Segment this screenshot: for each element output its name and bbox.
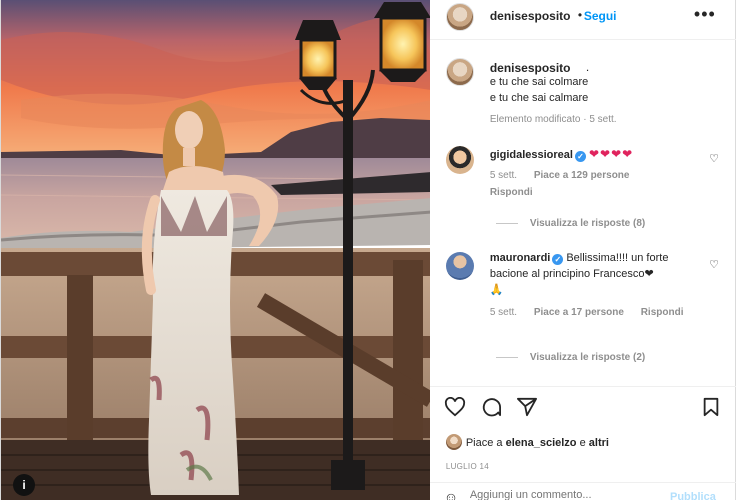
- comment-1-meta: 5 sett. Piace a 129 persone: [490, 170, 630, 181]
- comment-1-body: gigidalessioreal ✓ ❤❤❤❤: [490, 147, 633, 162]
- comment-text-line-2: bacione al principino Francesco❤: [489, 268, 654, 280]
- post-dialog: i denisesposito • Segui ••• denisesposit…: [0, 0, 736, 500]
- heart-icon[interactable]: [444, 396, 466, 420]
- comment-text: ❤❤❤❤: [588, 147, 634, 161]
- comment-2-meta: 5 sett. Piace a 17 persone Rispondi: [490, 307, 684, 318]
- comment-reply-button[interactable]: Rispondi: [490, 187, 533, 198]
- verified-badge-icon: ✓: [574, 151, 586, 162]
- likes-joiner: e: [579, 437, 586, 449]
- comment-text-line-3: 🙏: [489, 284, 504, 296]
- comment-like-heart-icon[interactable]: ♡: [709, 258, 719, 271]
- header-separator: •: [577, 8, 583, 22]
- view-replies-label: Visualizza le risposte (2): [529, 352, 646, 363]
- liker-username[interactable]: elena_scielzo: [506, 437, 577, 449]
- comment-likes-count[interactable]: Piace a 129 persone: [534, 170, 630, 181]
- comment-2-body: mauronardi ✓ Bellissima!!!! un forte bacio…: [490, 250, 705, 298]
- replies-divider: [495, 356, 518, 358]
- author-username[interactable]: denisesposito: [490, 9, 571, 23]
- likes-others[interactable]: altri: [589, 437, 609, 449]
- follow-button[interactable]: Segui: [584, 9, 617, 23]
- share-icon[interactable]: [516, 397, 538, 420]
- replies-divider: [495, 222, 518, 224]
- post-date: LUGLIO 14: [445, 462, 489, 471]
- view-replies-label: Visualizza le risposte (8): [529, 218, 646, 229]
- liked-by-summary[interactable]: Piace a elena_scielzo e altri: [466, 437, 609, 449]
- caption-line-1: e tu che sai colmare: [489, 76, 589, 88]
- emoji-icon[interactable]: ☺: [444, 489, 458, 500]
- caption-meta: Elemento modificato · 5 sett.: [489, 114, 617, 125]
- caption-username[interactable]: denisesposito: [490, 61, 571, 75]
- publish-button[interactable]: Pubblica: [670, 491, 716, 500]
- verified-badge-icon: ✓: [552, 254, 564, 265]
- comment-time: 5 sett.: [489, 307, 518, 318]
- comment-icon[interactable]: [480, 397, 502, 420]
- view-replies-button[interactable]: Visualizza le risposte (2): [495, 352, 646, 363]
- sunset-photo: [1, 0, 430, 500]
- caption-avatar[interactable]: [445, 58, 474, 86]
- author-avatar[interactable]: [445, 3, 474, 31]
- comment-input[interactable]: [469, 489, 640, 500]
- post-header: denisesposito • Segui •••: [429, 0, 736, 40]
- comment-like-heart-icon[interactable]: ♡: [709, 152, 719, 165]
- post-photo[interactable]: i: [1, 0, 430, 500]
- post-actions-bar: [429, 386, 736, 430]
- comment-likes-count[interactable]: Piace a 17 persone: [534, 307, 624, 318]
- liker-avatar[interactable]: [445, 434, 462, 450]
- comment-username[interactable]: gigidalessioreal: [490, 149, 573, 161]
- photo-tag-badge[interactable]: i: [13, 474, 35, 496]
- caption-dot: .: [585, 60, 590, 74]
- caption-line-2: e tu che sai calmare: [489, 92, 589, 104]
- comment-time: 5 sett.: [489, 170, 518, 181]
- comment-avatar[interactable]: [445, 252, 474, 280]
- comment-reply-button[interactable]: Rispondi: [641, 307, 684, 318]
- view-replies-button[interactable]: Visualizza le risposte (8): [495, 218, 646, 229]
- comment-text-line-1: Bellissima!!!! un forte: [566, 252, 669, 264]
- comments-panel: denisesposito • Segui ••• denisesposito …: [429, 0, 736, 500]
- comment-username[interactable]: mauronardi: [490, 252, 551, 264]
- more-options-icon[interactable]: •••: [694, 4, 716, 25]
- comment-avatar[interactable]: [445, 146, 474, 174]
- bookmark-icon[interactable]: [702, 397, 720, 420]
- comment-bar: ☺ Pubblica: [429, 482, 736, 500]
- likes-prefix: Piace a: [465, 437, 503, 449]
